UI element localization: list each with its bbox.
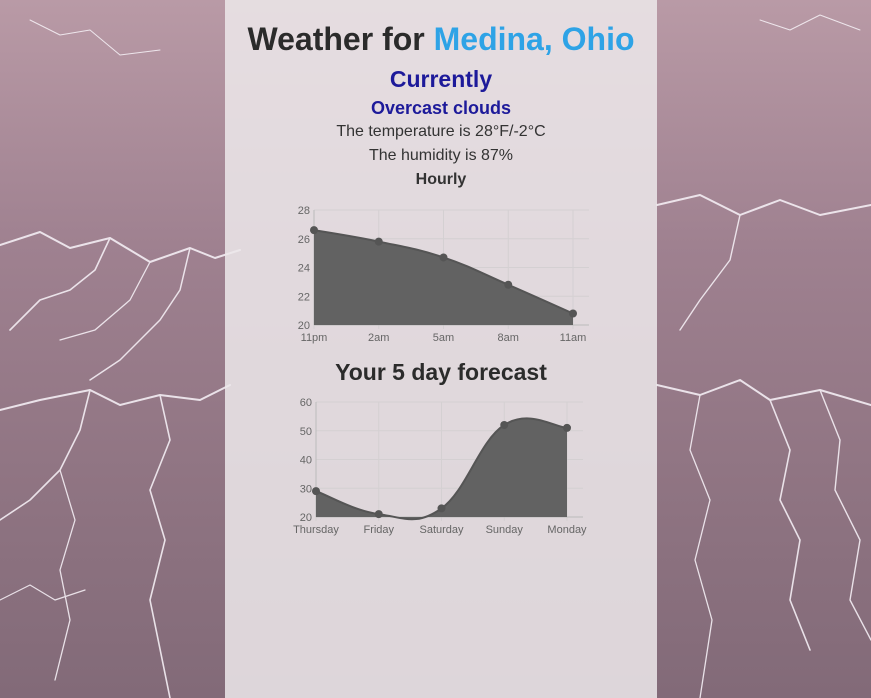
- y-tick-label: 50: [300, 426, 312, 438]
- x-tick-label: Thursday: [293, 524, 339, 536]
- humidity-text: The humidity is 87%: [368, 147, 514, 164]
- x-tick-label: 8am: [498, 332, 519, 344]
- y-tick-label: 60: [300, 397, 312, 409]
- x-tick-label: 2am: [368, 332, 389, 344]
- lightning-bolt: [0, 584, 86, 601]
- data-point[interactable]: [312, 487, 320, 496]
- data-point[interactable]: [563, 423, 571, 432]
- x-tick-label: Saturday: [419, 524, 464, 536]
- data-point[interactable]: [504, 280, 513, 289]
- y-tick-label: 20: [300, 512, 312, 524]
- lightning-bolt: [0, 384, 231, 411]
- x-tick-label: Sunday: [486, 524, 524, 536]
- temperature-text: The temperature is 28°F/-2°C: [336, 123, 546, 140]
- lightning-bolt: [656, 194, 871, 216]
- data-point[interactable]: [500, 421, 509, 429]
- x-tick-label: 11am: [560, 332, 587, 344]
- y-tick-label: 22: [298, 291, 310, 303]
- forecast-heading: Your 5 day forecast: [335, 359, 547, 385]
- page-title: Weather for Medina, Ohio: [225, 20, 657, 58]
- lightning-bolt: [9, 237, 111, 331]
- x-tick-label: 5am: [433, 332, 454, 344]
- lightning-bolt: [656, 379, 871, 406]
- y-tick-label: 20: [298, 320, 310, 332]
- lightning-bolt: [89, 247, 191, 381]
- x-tick-label: Monday: [547, 524, 587, 536]
- data-point[interactable]: [437, 504, 446, 513]
- hourly-heading: Hourly: [415, 171, 467, 188]
- lightning-bolt: [54, 469, 76, 681]
- lightning-bolt: [0, 231, 241, 263]
- y-tick-label: 40: [300, 455, 312, 467]
- lightning-bolt: [149, 394, 171, 698]
- weather-condition: Overcast clouds: [370, 98, 512, 118]
- lightning-bolt: [0, 389, 91, 521]
- lightning-bolt: [769, 399, 811, 651]
- y-tick-label: 28: [298, 205, 310, 217]
- lightning-bolt: [689, 394, 713, 698]
- forecast-chart: 20 30 40 50 60 Thursday Friday Saturday Sunday Mo…: [293, 397, 587, 536]
- lightning-bolt: [819, 389, 871, 641]
- lightning-bolt: [679, 214, 741, 331]
- data-point[interactable]: [310, 226, 318, 235]
- lightning-bolt: [59, 261, 151, 341]
- data-point[interactable]: [439, 253, 448, 262]
- data-point[interactable]: [374, 237, 383, 246]
- city-name: Medina, Ohio: [433, 21, 635, 57]
- data-point[interactable]: [374, 510, 383, 519]
- lightning-bolt: [759, 14, 861, 31]
- x-tick-label: Friday: [363, 524, 394, 536]
- title-prefix: Weather for: [247, 21, 434, 57]
- lightning-bolt: [29, 19, 161, 56]
- y-tick-label: 26: [298, 234, 310, 246]
- y-tick-label: 30: [300, 483, 312, 495]
- weather-panel: Weather for Medina, Ohio Currently Overc…: [225, 0, 657, 698]
- x-tick-label: 11pm: [301, 332, 328, 344]
- data-point[interactable]: [569, 309, 577, 318]
- currently-heading: Currently: [389, 66, 493, 92]
- hourly-chart: 20 22 24 26 28 11pm 2am 5am 8am 11am: [298, 205, 589, 344]
- y-tick-label: 24: [298, 263, 310, 275]
